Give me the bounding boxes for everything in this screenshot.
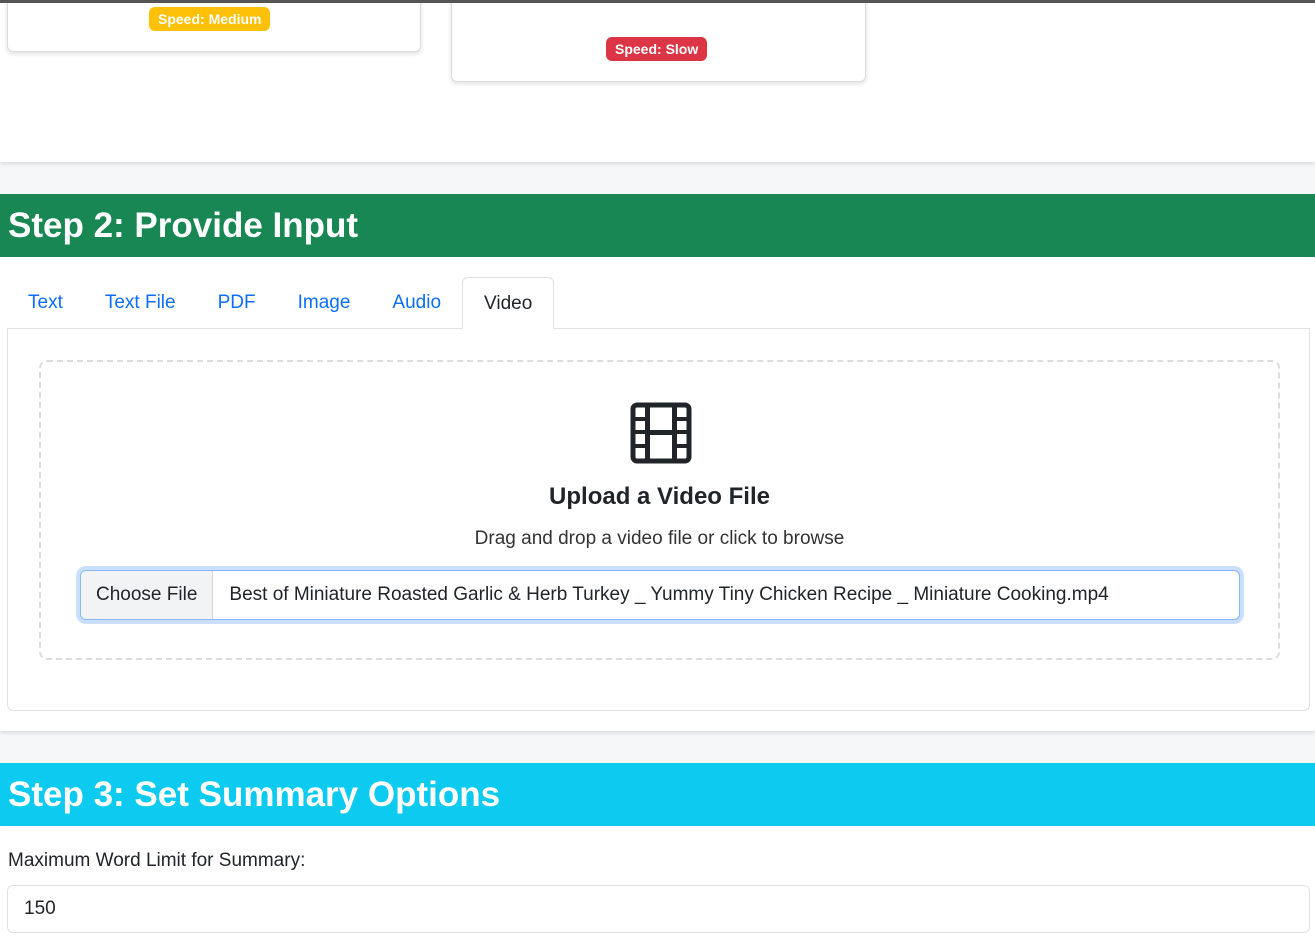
film-icon <box>630 402 692 464</box>
tab-audio[interactable]: Audio <box>371 277 462 329</box>
window-top-border <box>0 0 1315 3</box>
upload-title: Upload a Video File <box>549 483 770 510</box>
model-card-medium[interactable]: Speed: Medium <box>7 0 421 52</box>
tab-pdf[interactable]: PDF <box>197 277 277 329</box>
step2-section: Text Text File PDF Image Audio Video Upl… <box>0 257 1315 731</box>
choose-file-button[interactable]: Choose File <box>81 571 214 619</box>
model-card-slow[interactable]: resources Speed: Slow <box>451 0 866 82</box>
word-limit-input[interactable]: 150 <box>7 885 1310 933</box>
step2-header: Step 2: Provide Input <box>0 194 1315 257</box>
input-tabs: Text Text File PDF Image Audio Video <box>7 277 555 329</box>
video-tab-pane: Upload a Video File Drag and drop a vide… <box>7 328 1310 711</box>
selected-file-name: Best of Miniature Roasted Garlic & Herb … <box>229 584 1109 605</box>
tab-video[interactable]: Video <box>462 277 555 329</box>
tab-text-file[interactable]: Text File <box>84 277 197 329</box>
speed-badge-slow: Speed: Slow <box>606 37 708 61</box>
tab-text[interactable]: Text <box>7 277 84 329</box>
upload-subtitle: Drag and drop a video file or click to b… <box>474 528 845 549</box>
step3-header: Step 3: Set Summary Options <box>0 763 1315 826</box>
video-file-input[interactable]: Choose File Best of Miniature Roasted Ga… <box>80 570 1240 620</box>
video-dropzone[interactable]: Upload a Video File Drag and drop a vide… <box>39 360 1280 660</box>
tab-image[interactable]: Image <box>277 277 372 329</box>
speed-badge-medium: Speed: Medium <box>149 7 271 31</box>
step3-section: Maximum Word Limit for Summary: 150 <box>0 826 1315 938</box>
step1-section: Speed: Medium resources Speed: Slow <box>0 0 1315 162</box>
word-limit-label: Maximum Word Limit for Summary: <box>8 850 306 871</box>
